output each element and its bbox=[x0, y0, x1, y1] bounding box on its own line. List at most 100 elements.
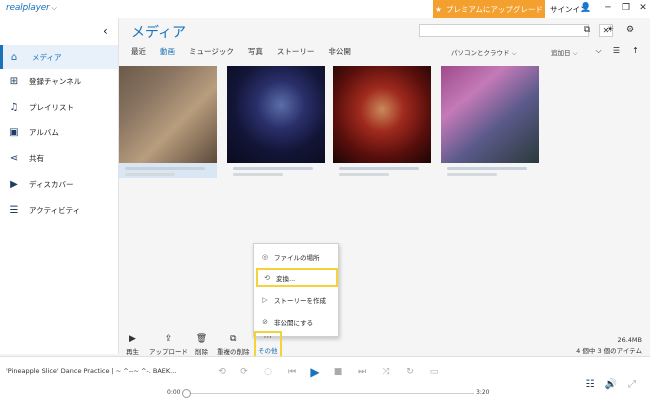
convert-icon: ⟲ bbox=[264, 273, 270, 282]
home-icon: ⌂ bbox=[10, 51, 18, 63]
restore-icon[interactable]: ❐ bbox=[620, 2, 632, 14]
delete-button[interactable]: 🗑 削除 bbox=[195, 334, 208, 356]
playlist-icon[interactable]: ☷ bbox=[583, 377, 597, 391]
seek-bar[interactable] bbox=[184, 393, 474, 394]
add-square-icon: ⊞ bbox=[9, 75, 19, 87]
brightness-icon[interactable]: ☀ bbox=[604, 24, 616, 36]
media-item[interactable] bbox=[333, 66, 431, 178]
tab-photos[interactable]: 写真 bbox=[248, 46, 263, 60]
media-item[interactable] bbox=[441, 66, 539, 178]
menu-item-convert[interactable]: ⟲ 変換... bbox=[256, 268, 338, 287]
tab-private[interactable]: 非公開 bbox=[328, 46, 351, 60]
cast-icon[interactable]: ⧉ bbox=[581, 24, 593, 36]
gear-icon[interactable]: ⚙ bbox=[624, 24, 636, 36]
premium-upgrade-button[interactable]: ★ プレミアムにアップグレード bbox=[433, 0, 545, 18]
item-count: 4 個中 3 個のアイテム bbox=[576, 347, 642, 355]
current-time: 0:00 bbox=[167, 389, 181, 396]
app-logo[interactable]: realplayer ⌵ bbox=[6, 3, 57, 13]
seek-handle[interactable] bbox=[182, 389, 191, 398]
sidebar-item-label: プレイリスト bbox=[29, 102, 74, 112]
sidebar-item-media[interactable]: ⌂ メディア bbox=[0, 45, 118, 69]
media-caption bbox=[339, 167, 419, 170]
remove-duplicates-button[interactable]: ⧉ 重複の削除 bbox=[217, 334, 250, 356]
media-thumbnail bbox=[441, 66, 539, 163]
search-input[interactable] bbox=[419, 24, 589, 37]
next-icon[interactable]: ⏭ bbox=[355, 365, 369, 379]
rewind-icon[interactable]: ⟲ bbox=[215, 365, 229, 379]
user-icon[interactable]: 👤 bbox=[580, 2, 592, 14]
menu-item-file-location[interactable]: ◎ ファイルの場所 bbox=[256, 247, 338, 266]
media-thumbnail bbox=[119, 66, 217, 163]
tab-videos[interactable]: 動画 bbox=[160, 46, 175, 60]
upload-button[interactable]: ⇪ アップロード bbox=[149, 334, 188, 356]
sidebar-item-share[interactable]: ⋖ 共有 bbox=[0, 146, 118, 170]
expand-icon[interactable]: ⤢ bbox=[625, 377, 639, 391]
hide-icon: ⊘ bbox=[262, 317, 268, 326]
media-item[interactable] bbox=[119, 66, 217, 178]
media-caption bbox=[447, 167, 527, 170]
media-thumbnail bbox=[227, 66, 325, 163]
sidebar-item-label: 共有 bbox=[29, 153, 44, 163]
album-icon: ▣ bbox=[9, 126, 19, 138]
shuffle-icon[interactable]: ⤨ bbox=[379, 365, 393, 379]
sidebar-item-discover[interactable]: ▶ ディスカバー bbox=[0, 172, 118, 196]
play-icon: ▶ bbox=[129, 334, 136, 344]
collapse-sidebar-icon[interactable]: ‹ bbox=[103, 24, 108, 38]
title-bar: realplayer ⌵ ★ プレミアムにアップグレード サインイン 👤 ─ ❐ ✕ bbox=[0, 0, 650, 18]
close-icon[interactable]: ✕ bbox=[637, 2, 649, 14]
page-title: メディア bbox=[131, 25, 187, 41]
sidebar-item-label: ディスカバー bbox=[29, 179, 74, 189]
action-toolbar: ▶ 再生 ⇪ アップロード 🗑 削除 ⧉ 重複の削除 ··· その他 bbox=[119, 331, 650, 358]
media-thumbnail bbox=[333, 66, 431, 163]
media-caption bbox=[447, 173, 497, 176]
more-dots-icon: ··· bbox=[263, 333, 273, 343]
sidebar-item-channels[interactable]: ⊞ 登録チャンネル bbox=[0, 69, 118, 93]
sidebar-item-label: アクティビティ bbox=[29, 205, 81, 215]
play-icon[interactable]: ▶ bbox=[308, 365, 322, 379]
media-tabs: 最近 動画 ミュージック 写真 ストーリー 非公開 bbox=[131, 46, 365, 60]
total-time: 3:20 bbox=[476, 389, 490, 396]
play-button[interactable]: ▶ 再生 bbox=[126, 334, 139, 356]
location-icon: ◎ bbox=[261, 252, 269, 261]
sidebar-item-albums[interactable]: ▣ アルバム bbox=[0, 120, 118, 144]
repeat-icon[interactable]: ↻ bbox=[403, 365, 417, 379]
source-dropdown[interactable]: パソコンとクラウド ⌵ bbox=[451, 47, 517, 58]
media-caption bbox=[125, 167, 205, 170]
story-icon: ▷ bbox=[262, 295, 268, 304]
trash-icon: 🗑 bbox=[195, 334, 208, 344]
chevron-down-icon[interactable]: ⌵ bbox=[593, 45, 604, 56]
more-button[interactable]: ··· その他 bbox=[254, 331, 282, 358]
tab-recent[interactable]: 最近 bbox=[131, 46, 146, 60]
now-playing-title: 'Pineapple Slice' Dance Practice | ~ ^--… bbox=[6, 367, 177, 375]
storage-size: 26.4MB bbox=[617, 336, 642, 344]
volume-icon[interactable]: 🔊 bbox=[604, 377, 618, 391]
tab-music[interactable]: ミュージック bbox=[189, 46, 234, 60]
list-view-icon[interactable]: ☰ bbox=[611, 45, 622, 56]
upload-icon: ⇪ bbox=[164, 334, 173, 344]
player-bar: 'Pineapple Slice' Dance Practice | ~ ^--… bbox=[0, 356, 650, 408]
sidebar-item-label: メディア bbox=[32, 52, 62, 62]
main-panel: メディア ✕ ⧉ ☀ ⚙ 最近 動画 ミュージック 写真 ストーリー 非公開 パ… bbox=[119, 18, 650, 354]
play-circle-icon: ▶ bbox=[10, 178, 18, 190]
sort-dropdown[interactable]: 追加日 ⌵ bbox=[551, 47, 578, 58]
media-item[interactable] bbox=[227, 66, 325, 178]
previous-icon[interactable]: ⏮ bbox=[285, 365, 299, 379]
sidebar-item-label: 登録チャンネル bbox=[29, 76, 82, 86]
sidebar-item-label: アルバム bbox=[29, 127, 59, 137]
sort-arrow-icon[interactable]: ↑ bbox=[630, 45, 641, 56]
minimize-icon[interactable]: ─ bbox=[602, 2, 614, 14]
caption-icon[interactable]: ▭ bbox=[427, 365, 441, 379]
menu-item-create-story[interactable]: ▷ ストーリーを作成 bbox=[256, 290, 338, 309]
sidebar-item-playlists[interactable]: ♫ プレイリスト bbox=[0, 95, 118, 119]
media-caption bbox=[125, 173, 175, 176]
media-caption bbox=[233, 167, 313, 170]
loading-icon[interactable]: ◌ bbox=[261, 365, 275, 379]
tab-stories[interactable]: ストーリー bbox=[277, 46, 315, 60]
chevron-down-icon: ⌵ bbox=[51, 4, 57, 12]
sidebar: ‹ ⌂ メディア ⊞ 登録チャンネル ♫ プレイリスト ▣ アルバム ⋖ 共有 … bbox=[0, 18, 119, 354]
menu-item-make-private[interactable]: ⊘ 非公開にする bbox=[256, 312, 338, 331]
stop-icon[interactable]: ■ bbox=[331, 365, 345, 379]
duplicate-icon: ⧉ bbox=[230, 334, 237, 344]
skip-back-icon[interactable]: ⟳ bbox=[237, 365, 251, 379]
sidebar-item-activity[interactable]: ☰ アクティビティ bbox=[0, 198, 118, 222]
